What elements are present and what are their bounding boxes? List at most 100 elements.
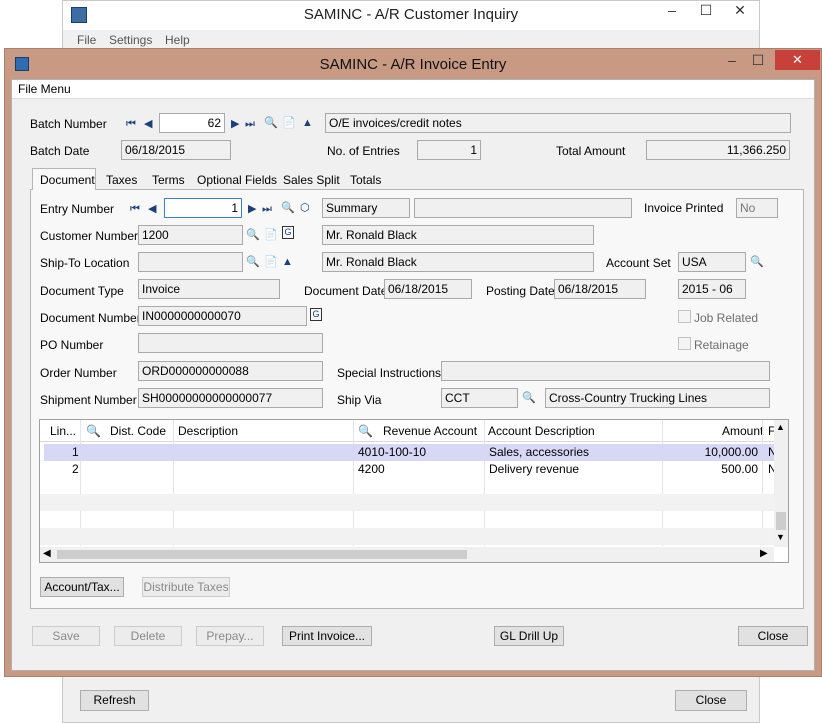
batch-description-field[interactable]: O/E invoices/credit notes [325,113,791,133]
cell-account-description: Sales, accessories [489,445,590,459]
job-related-label: Job Related [694,311,759,325]
zoom-icon[interactable]: G [282,226,294,239]
save-button[interactable]: Save [32,626,100,646]
batch-number-input[interactable]: 62 [159,113,225,133]
cell-amount: 10,000.00 [704,445,758,459]
zoom-icon[interactable]: ⬡ [300,201,310,215]
po-number-label: PO Number [40,338,104,352]
ship-to-name-field: Mr. Ronald Black [322,252,594,272]
new-icon[interactable]: 📄 [264,228,278,242]
bg-menu-help[interactable]: Help [165,33,190,47]
scroll-thumb[interactable] [776,512,786,530]
ship-to-field [138,252,243,272]
print-invoice-button[interactable]: Print Invoice... [282,626,372,646]
ship-to-label: Ship-To Location [40,256,130,270]
scroll-thumb[interactable] [57,550,467,559]
col-description[interactable]: Description [178,420,238,442]
tab-totals[interactable]: Totals [350,173,381,187]
col-revenue-account[interactable]: Revenue Account [383,420,477,442]
distribute-taxes-button[interactable]: Distribute Taxes [142,577,230,597]
tab-terms[interactable]: Terms [152,173,185,187]
scroll-left-icon[interactable]: ◀ [43,548,51,559]
new-batch-icon[interactable]: 📄 [282,116,296,130]
close-window-button[interactable]: ✕ [775,50,820,70]
zoom-icon[interactable]: G [310,308,322,321]
document-type-field: Invoice [138,279,280,299]
col-line[interactable]: Lin... [50,420,76,442]
last-batch-icon[interactable]: ⏭ [245,117,255,131]
zoom-up-icon[interactable]: ▲ [302,116,313,130]
first-entry-icon[interactable]: ⏮ [130,202,140,216]
search-icon[interactable]: 🔍 [750,255,764,269]
delete-button[interactable]: Delete [114,626,182,646]
batch-number-label: Batch Number [30,117,107,131]
cell-amount: 500.00 [721,462,758,476]
close-button[interactable]: Close [738,626,808,646]
next-entry-icon[interactable]: ▶ [248,202,256,216]
search-icon[interactable]: 🔍 [246,228,260,242]
tab-taxes[interactable]: Taxes [106,173,137,187]
cell-line: 2 [72,462,79,476]
batch-date-label: Batch Date [30,144,90,158]
horizontal-scrollbar[interactable]: ◀ ▶ [40,547,774,562]
account-set-field: USA [678,252,746,272]
vertical-scrollbar[interactable]: ▲ ▼ [774,420,788,547]
bg-menu-file[interactable]: File [77,33,96,47]
total-amount-field: 11,366.250 [646,140,790,160]
scroll-right-icon[interactable]: ▶ [760,548,768,559]
bg-refresh-button[interactable]: Refresh [80,690,149,711]
table-row[interactable]: 2 4200 Delivery revenue 500.00 N [44,461,777,478]
retainage-checkbox[interactable] [678,337,691,350]
bg-minimize-button[interactable]: – [655,1,689,21]
prepay-button[interactable]: Prepay... [196,626,264,646]
tab-optional-fields[interactable]: Optional Fields [197,173,277,187]
prev-entry-icon[interactable]: ◀ [148,202,156,216]
window-client: File Menu Batch Number ⏮ ◀ 62 ▶ ⏭ 🔍 📄 ▲ … [11,79,815,671]
order-number-label: Order Number [40,366,117,380]
prev-batch-icon[interactable]: ◀ [144,117,152,131]
cell-revenue-account: 4010-100-10 [358,445,427,459]
order-number-field: ORD000000000088 [138,361,323,381]
file-menu[interactable]: File Menu [18,82,71,96]
maximize-button[interactable]: ☐ [741,51,775,71]
next-batch-icon[interactable]: ▶ [231,117,239,131]
search-icon[interactable]: 🔍 [246,255,260,269]
last-entry-icon[interactable]: ⏭ [262,202,272,216]
entry-number-input[interactable]: 1 [164,198,242,218]
bg-close-button-bottom[interactable]: Close [675,690,747,711]
new-icon[interactable]: 📄 [264,255,278,269]
entries-field: 1 [417,140,481,160]
total-amount-label: Total Amount [556,144,626,158]
col-amount[interactable]: Amount [722,420,763,442]
detail-grid[interactable]: Lin... 🔍 Dist. Code Description 🔍 Revenu… [39,419,789,563]
document-type-label: Document Type [40,284,124,298]
col-account-description[interactable]: Account Description [488,420,595,442]
tab-document[interactable]: Document [32,168,96,190]
posting-date-label: Posting Date [486,284,555,298]
document-number-label: Document Number [40,311,141,325]
zoom-up-icon[interactable]: ▲ [282,255,293,269]
fiscal-period-field: 2015 - 06 [678,279,746,299]
entry-description-field [414,198,632,218]
search-icon[interactable]: 🔍 [264,116,278,130]
search-icon[interactable]: 🔍 [522,391,536,405]
gl-drill-up-button[interactable]: GL Drill Up [494,626,564,646]
job-related-checkbox[interactable] [678,310,691,323]
document-date-label: Document Date [304,284,388,298]
bg-menu-settings[interactable]: Settings [109,33,152,47]
bg-maximize-button[interactable]: ☐ [689,1,723,21]
scroll-up-icon[interactable]: ▲ [776,422,785,432]
account-tax-button[interactable]: Account/Tax... [40,577,124,597]
cell-account-description: Delivery revenue [489,462,580,476]
tab-sales-split[interactable]: Sales Split [283,173,340,187]
bg-close-button[interactable]: ✕ [723,1,757,21]
search-icon[interactable]: 🔍 [281,201,295,215]
col-dist-code[interactable]: Dist. Code [110,420,166,442]
table-row[interactable]: 1 4010-100-10 Sales, accessories 10,000.… [44,444,777,461]
scroll-down-icon[interactable]: ▼ [776,532,785,542]
search-icon[interactable]: 🔍 [358,420,373,442]
search-icon[interactable]: 🔍 [86,420,101,442]
customer-number-field: 1200 [138,225,243,245]
first-batch-icon[interactable]: ⏮ [126,117,136,131]
po-number-field [138,333,323,353]
